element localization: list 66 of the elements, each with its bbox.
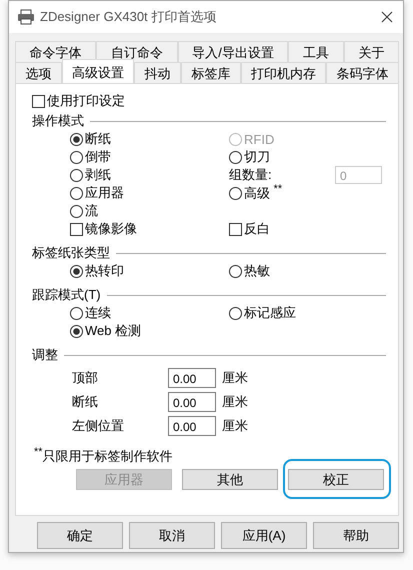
radio-label: Web 检测	[85, 322, 142, 340]
tab[interactable]: 关于	[344, 41, 400, 62]
field-label: 左侧位置	[72, 417, 125, 435]
printer-icon	[17, 9, 35, 25]
checkbox[interactable]	[70, 222, 83, 236]
section-title: 跟踪模式(T)	[32, 286, 101, 304]
radio-button[interactable]	[229, 186, 242, 200]
radio-label: 断纸	[85, 130, 111, 148]
field-label: 组数量:	[229, 166, 272, 184]
radio-button[interactable]	[70, 306, 83, 320]
input-field[interactable]: 0.00	[168, 392, 216, 412]
tab[interactable]: 工具	[288, 41, 344, 62]
unit-label: 厘米	[222, 417, 248, 435]
radio-button[interactable]	[70, 204, 83, 218]
tab[interactable]: 条码字体	[326, 62, 400, 83]
tab[interactable]: 导入/导出设置	[178, 41, 288, 62]
close-icon[interactable]	[381, 11, 393, 23]
tab[interactable]: 抖动	[134, 62, 182, 83]
radio-button[interactable]	[70, 186, 83, 200]
unit-label: 厘米	[222, 369, 248, 387]
panel-button[interactable]: 其他	[182, 469, 278, 490]
section-title: 操作模式	[32, 112, 84, 130]
radio-label: 连续	[85, 304, 111, 322]
panel-button[interactable]: 校正	[288, 469, 384, 490]
radio-button[interactable]	[70, 264, 83, 278]
checkbox[interactable]	[32, 94, 45, 108]
checkbox[interactable]	[229, 222, 242, 236]
section-title: 调整	[32, 346, 58, 364]
radio-label: 标记感应	[244, 304, 296, 322]
dialog-button[interactable]: 取消	[129, 522, 215, 549]
section-title: 标签纸张类型	[32, 244, 110, 262]
dialog-button[interactable]: 帮助	[313, 522, 399, 549]
radio-button[interactable]	[229, 306, 242, 320]
window-title: ZDesigner GX430t 打印首选项	[40, 8, 218, 26]
tab[interactable]: 打印机内存	[240, 62, 326, 83]
field-label: 顶部	[72, 369, 99, 387]
radio-label: 剥纸	[85, 166, 111, 184]
radio-button[interactable]	[229, 150, 242, 164]
checkbox-label: 镜像影像	[85, 220, 137, 238]
radio-label: 热敏	[244, 262, 270, 280]
tab[interactable]: 自订命令	[96, 41, 178, 62]
radio-label: 热转印	[85, 262, 124, 280]
tab[interactable]: 命令字体	[15, 41, 96, 62]
tab[interactable]: 标签库	[181, 62, 241, 83]
radio-button[interactable]	[70, 150, 83, 164]
radio-label: 应用器	[85, 184, 124, 202]
radio-label: 倒带	[85, 148, 111, 166]
tab[interactable]: 高级设置	[62, 59, 134, 83]
radio-button[interactable]	[70, 132, 83, 146]
radio-label: 切刀	[244, 148, 270, 166]
radio-label: 流	[85, 202, 98, 220]
dialog-button[interactable]: 确定	[37, 522, 123, 549]
checkbox-label: 使用打印设定	[47, 92, 125, 110]
radio-label: RFID	[244, 132, 274, 146]
unit-label: 厘米	[222, 393, 248, 411]
radio-button[interactable]	[70, 168, 83, 182]
input-field[interactable]: 0.00	[168, 368, 216, 388]
input-field[interactable]: 0.00	[168, 416, 216, 436]
radio-button[interactable]	[70, 324, 83, 338]
field-label: 断纸	[72, 393, 99, 411]
tab[interactable]: 选项	[15, 62, 62, 83]
radio-label: 高级 $^{**}$	[244, 183, 282, 203]
radio-button[interactable]	[229, 264, 242, 278]
footnote: $^{**}$只限用于标签制作软件	[33, 446, 174, 466]
checkbox-label: 反白	[244, 220, 270, 238]
dialog-button[interactable]: 应用(A)	[221, 522, 307, 549]
